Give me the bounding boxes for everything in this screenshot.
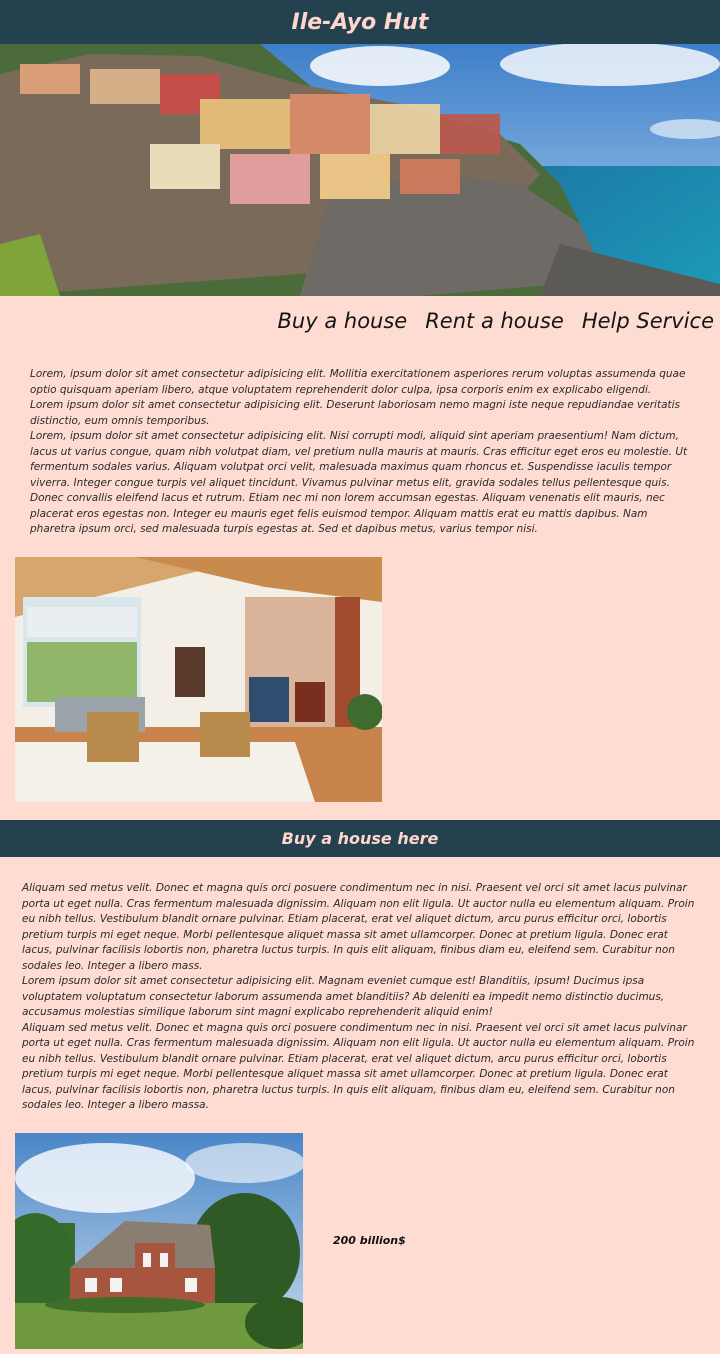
site-header: Ile-Ayo Hut — [0, 0, 720, 44]
buy-section-line: Aliquam sed metus velit. Donec et magna … — [22, 1021, 695, 1112]
listing-price: 200 billion$ — [333, 1234, 406, 1247]
buy-section-title: Buy a house here — [281, 829, 439, 848]
intro-line: Lorem, ipsum dolor sit amet consectetur … — [30, 430, 688, 535]
nav-help-service-link[interactable]: Help Service — [582, 309, 714, 333]
buy-section-header: Buy a house here — [0, 820, 720, 857]
intro-text: Lorem, ipsum dolor sit amet consectetur … — [30, 367, 694, 538]
nav-buy-house-link[interactable]: Buy a house — [278, 309, 408, 333]
buy-section-line: Lorem ipsum dolor sit amet consectetur a… — [22, 975, 665, 1018]
site-title: Ile-Ayo Hut — [291, 9, 429, 35]
main-nav: Buy a house Rent a house Help Service — [278, 309, 714, 333]
buy-section-text: Aliquam sed metus velit. Donec et magna … — [22, 881, 698, 1114]
living-room-image — [15, 557, 382, 802]
hero-image-coastal-village — [0, 44, 720, 296]
buy-section-line: Aliquam sed metus velit. Donec et magna … — [22, 882, 695, 972]
intro-line: Lorem ipsum dolor sit amet consectetur a… — [30, 399, 681, 427]
intro-line: Lorem, ipsum dolor sit amet consectetur … — [30, 368, 686, 396]
nav-rent-house-link[interactable]: Rent a house — [425, 309, 564, 333]
house-listing-image[interactable] — [15, 1133, 303, 1349]
